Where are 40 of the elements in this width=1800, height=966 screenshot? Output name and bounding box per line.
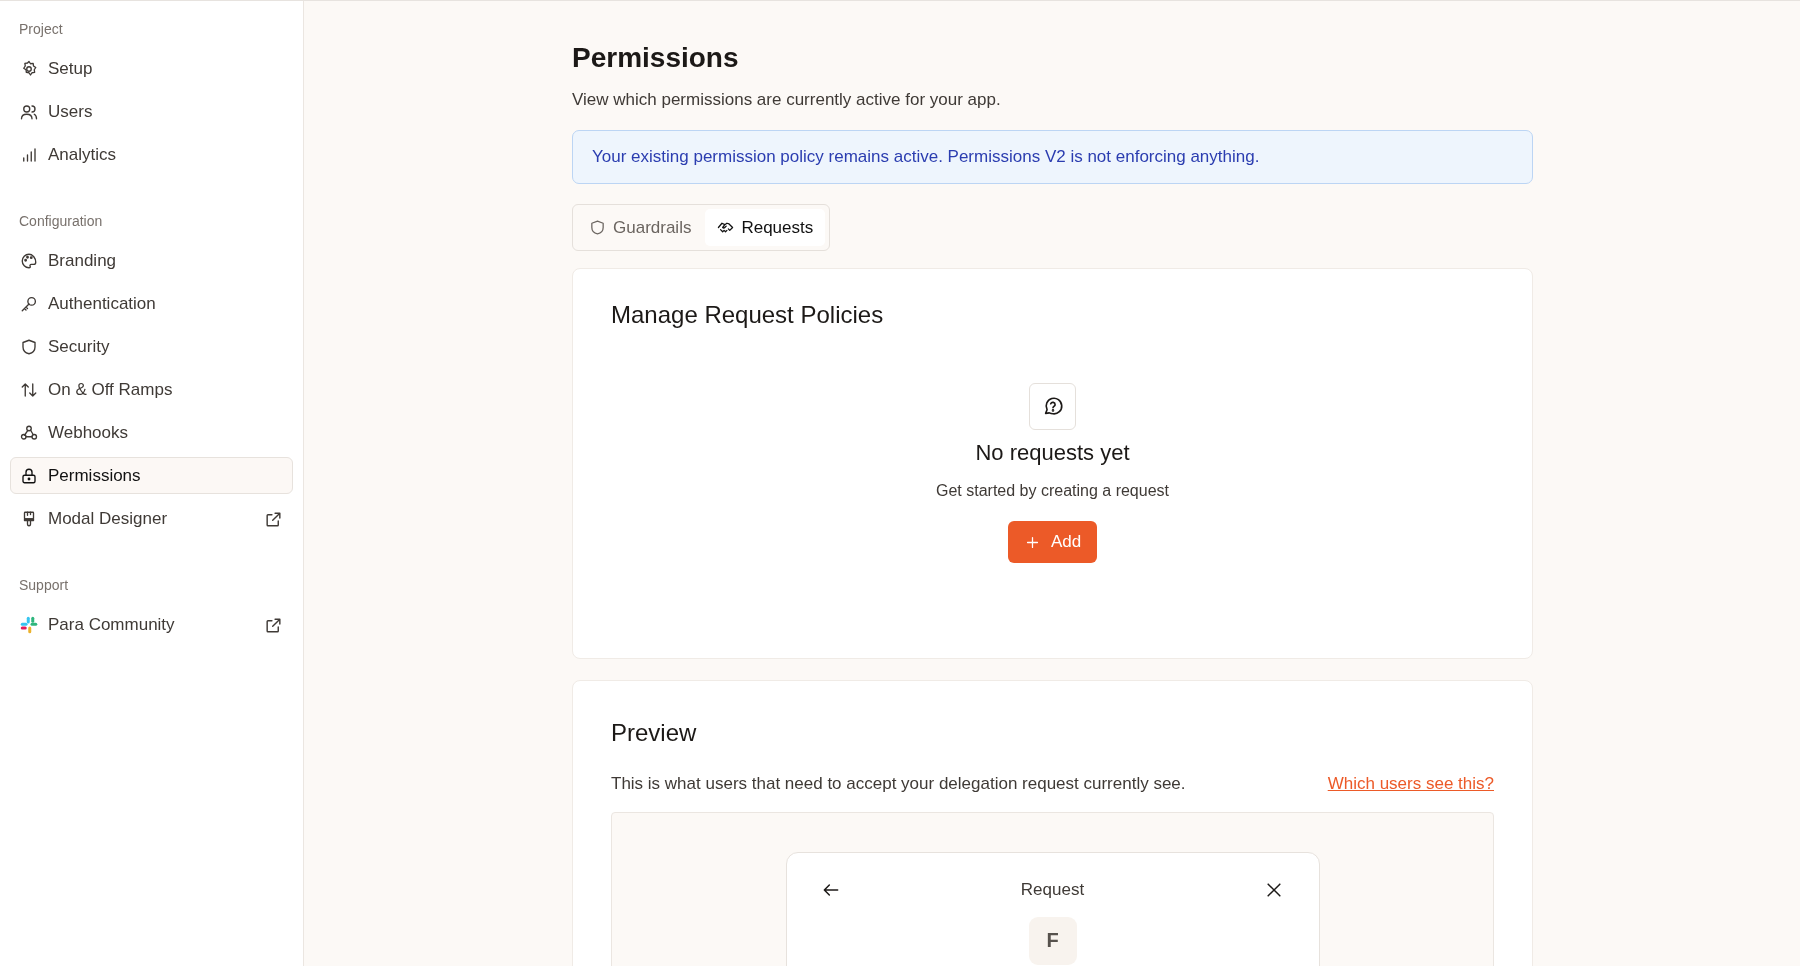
page-title: Permissions: [572, 41, 740, 75]
section-heading: Configuration: [18, 212, 104, 231]
sidebar-item[interactable]: Para Community: [10, 606, 293, 643]
info-alert: Your existing permission policy remains active. Permissions V2 is not enforcing anything.: [572, 130, 1533, 184]
sidebar-item[interactable]: Analytics: [10, 136, 293, 173]
card-title: Manage Request Policies: [611, 301, 885, 330]
page-subtitle: View which permissions are currently active for your app.: [572, 88, 1002, 111]
lock-icon: [20, 466, 38, 485]
card-title: Preview: [611, 719, 698, 748]
sidebar-item[interactable]: Users: [10, 93, 293, 130]
shield-icon: [20, 337, 38, 356]
sidebar-item[interactable]: Webhooks: [10, 414, 293, 451]
sidebar-item[interactable]: Modal Designer: [10, 500, 293, 537]
sidebar-item[interactable]: Security: [10, 328, 293, 365]
bar-chart-icon: [20, 145, 38, 164]
sidebar-item[interactable]: Branding: [10, 242, 293, 279]
arrows-icon: [20, 380, 38, 399]
shield-icon: [589, 218, 606, 236]
which-users-link[interactable]: Which users see this?: [1327, 770, 1494, 797]
sidebar-item[interactable]: Permissions: [10, 457, 293, 494]
webhook-icon: [20, 423, 38, 442]
key-icon: [20, 294, 38, 313]
empty-state-text: Get started by creating a request: [936, 481, 1169, 502]
empty-state-title: No requests yet: [975, 439, 1130, 467]
tab[interactable]: Requests: [705, 208, 826, 247]
sidebar-item[interactable]: Setup: [10, 50, 293, 87]
community-logo-icon: [20, 615, 38, 634]
sidebar-item[interactable]: On & Off Ramps: [10, 371, 293, 408]
users-icon: [20, 102, 38, 121]
avatar: F: [1028, 916, 1077, 965]
gear-icon: [20, 59, 38, 78]
modal-title: Request: [1020, 879, 1085, 902]
palette-icon: [20, 251, 38, 270]
sidebar-item[interactable]: Authentication: [10, 285, 293, 322]
preview-description: This is what users that need to accept your delegation request currently see.: [611, 772, 1186, 795]
section-heading: Project: [18, 20, 64, 39]
external-link-icon: [264, 615, 283, 635]
tab[interactable]: Guardrails: [577, 208, 704, 247]
external-link-icon: [264, 509, 283, 529]
section-heading: Support: [18, 576, 70, 595]
